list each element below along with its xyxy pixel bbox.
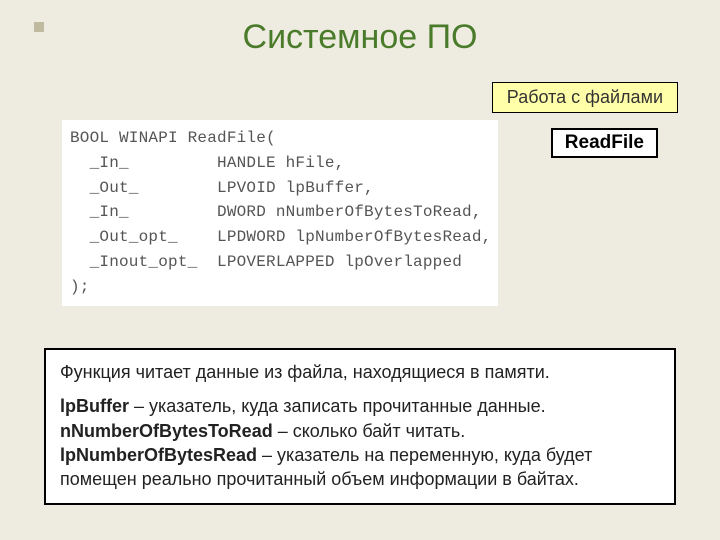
slide: Системное ПО Работа с файлами ReadFile B… [0, 0, 720, 540]
param-lpbuffer-text: – указатель, куда записать прочитанные д… [129, 396, 546, 416]
code-block: BOOL WINAPI ReadFile( _In_ HANDLE hFile,… [62, 120, 498, 306]
function-name-badge: ReadFile [551, 128, 658, 158]
description-intro: Функция читает данные из файла, находящи… [60, 360, 660, 384]
description-box: Функция читает данные из файла, находящи… [44, 348, 676, 505]
param-nbytestoread-text: – сколько байт читать. [273, 421, 466, 441]
param-lpbuffer-name: lpBuffer [60, 396, 129, 416]
subtitle-badge: Работа с файлами [492, 82, 678, 113]
slide-title: Системное ПО [0, 18, 720, 57]
param-nbytestoread-name: nNumberOfBytesToRead [60, 421, 273, 441]
description-params: lpBuffer – указатель, куда записать проч… [60, 394, 660, 491]
param-nbytesread-name: lpNumberOfBytesRead [60, 445, 257, 465]
